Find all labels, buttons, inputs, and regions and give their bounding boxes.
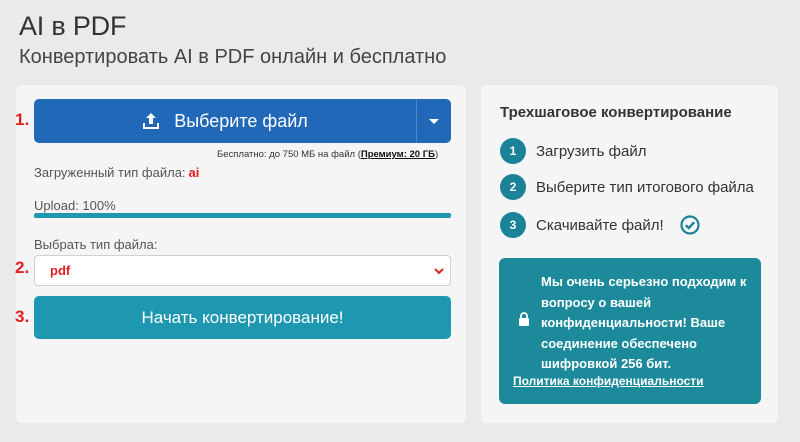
choose-file-button[interactable]: Выберите файл [34, 99, 416, 143]
privacy-text: Мы очень серьезно подходим к вопросу о в… [541, 274, 747, 371]
upload-progress-fill [34, 213, 451, 218]
chevron-down-icon [434, 268, 444, 275]
step-marker-1: 1. [15, 110, 30, 129]
lock-icon [519, 312, 529, 326]
page-title: AI в PDF [19, 11, 127, 41]
upload-source-dropdown[interactable] [416, 99, 451, 143]
premium-link[interactable]: Премиум: 20 ГБ [361, 149, 435, 160]
upload-progress-label: Upload: 100% [34, 198, 116, 213]
upload-icon [143, 112, 160, 129]
page-subtitle: Конвертировать AI в PDF онлайн и бесплат… [19, 46, 447, 68]
free-note-prefix: Бесплатно: до 750 МБ на файл ( [217, 149, 361, 160]
step-item: 2 Выберите тип итогового файла [500, 174, 754, 200]
chevron-down-icon [429, 118, 439, 124]
step-label: Выберите тип итогового файла [536, 178, 754, 196]
step-item: 1 Загрузить файл [500, 138, 646, 164]
loaded-type-value: ai [188, 165, 200, 180]
start-conversion-button[interactable]: Начать конвертирование! [34, 296, 451, 339]
format-select[interactable]: pdf [34, 255, 451, 286]
file-size-note: Бесплатно: до 750 МБ на файл (Премиум: 2… [217, 149, 438, 160]
upload-progress-bar [34, 213, 451, 218]
upload-button-group: Выберите файл [34, 99, 451, 143]
format-selected-value: pdf [50, 263, 71, 278]
step-marker-3: 3. [15, 307, 30, 326]
loaded-file-type: Загруженный тип файла: ai [34, 165, 199, 180]
privacy-notice: Мы очень серьезно подходим к вопросу о в… [499, 258, 761, 404]
step-number-badge: 2 [500, 174, 526, 200]
step-marker-2: 2. [15, 258, 30, 277]
free-note-suffix: ) [434, 149, 439, 160]
step-number-badge: 3 [500, 212, 526, 238]
steps-title: Трехшаговое конвертирование [500, 104, 732, 121]
step-item: 3 Скачивайте файл! [500, 212, 700, 238]
step-label: Скачивайте файл! [536, 216, 664, 234]
check-circle-icon [680, 215, 700, 235]
format-select-label: Выбрать тип файла: [34, 237, 158, 252]
step-number-badge: 1 [500, 138, 526, 164]
loaded-type-label: Загруженный тип файла: [34, 165, 186, 180]
privacy-policy-link[interactable]: Политика конфиденциальности [513, 374, 704, 388]
step-label: Загрузить файл [536, 142, 647, 160]
choose-file-label: Выберите файл [174, 110, 308, 131]
